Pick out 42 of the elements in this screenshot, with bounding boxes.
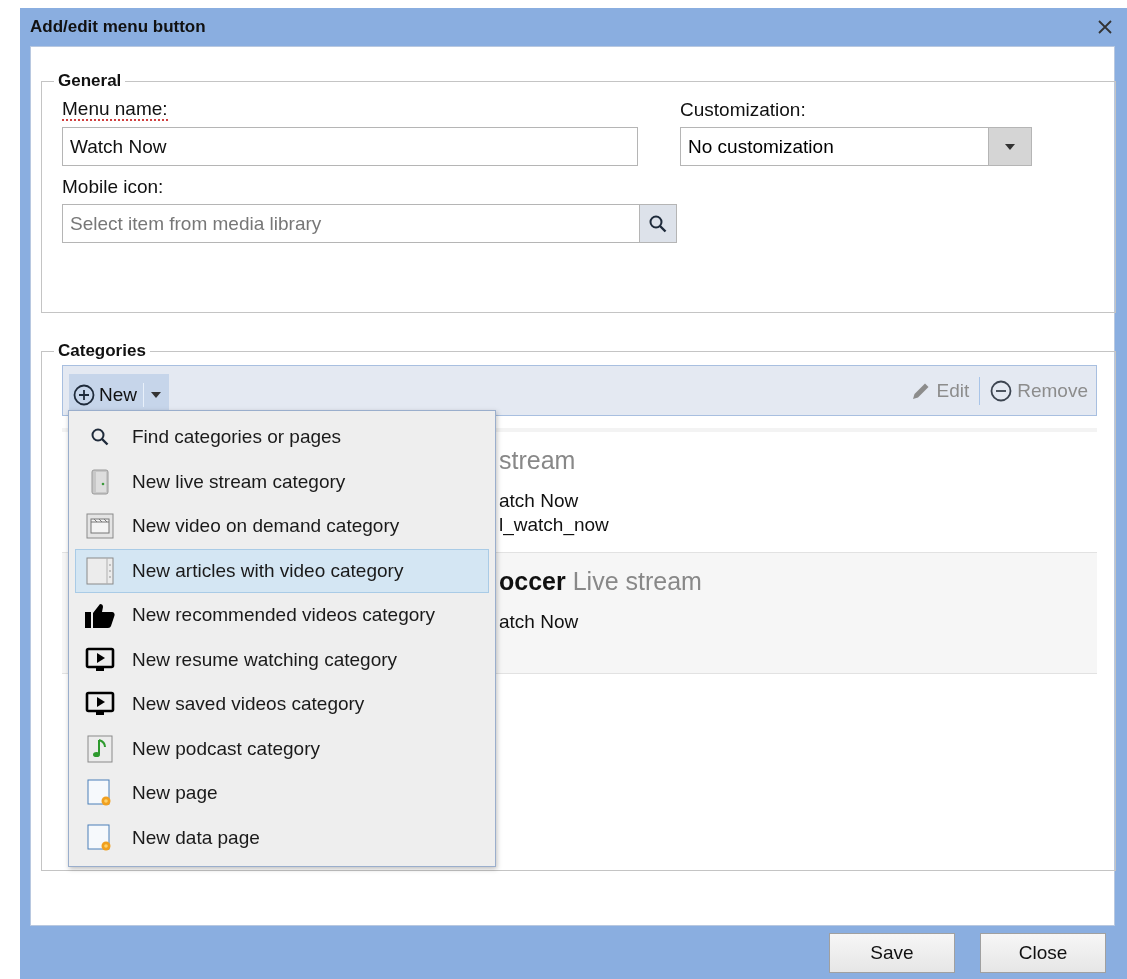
category-type: Live stream <box>572 567 702 596</box>
close-icon[interactable] <box>1097 19 1113 35</box>
plus-circle-icon <box>73 384 95 406</box>
minus-circle-icon <box>990 379 1013 402</box>
group-title: Categories <box>57 341 147 361</box>
panel-icon <box>86 556 114 585</box>
category-type: stream <box>499 446 576 475</box>
page-icon <box>87 823 113 852</box>
dialog-button[interactable]: Save <box>829 932 955 973</box>
menu-item[interactable]: New live stream category <box>75 459 489 504</box>
thumbs-up-icon <box>85 602 115 629</box>
menu-item[interactable]: New articles with video category <box>75 548 489 593</box>
group-title: General <box>57 71 123 91</box>
server-icon <box>91 468 109 495</box>
music-note-icon <box>87 734 113 763</box>
customization-dropdown[interactable]: No customization <box>680 127 1032 166</box>
caret-icon <box>1004 142 1016 151</box>
search-icon <box>648 213 668 234</box>
category-detail: atch Now <box>499 489 579 513</box>
menu-name-field[interactable]: Watch Now <box>62 127 638 166</box>
page-icon <box>87 779 113 808</box>
dialog-button[interactable]: Close <box>980 932 1106 973</box>
menu-item[interactable]: New recommended videos category <box>75 593 489 638</box>
field-label: Menu name: <box>62 99 168 121</box>
menu-item[interactable]: New saved videos category <box>75 682 489 727</box>
video-screen-icon <box>85 691 115 718</box>
category-name: occer <box>499 567 566 596</box>
caret-icon <box>151 392 161 398</box>
category-detail: l_watch_now <box>499 513 609 537</box>
clapperboard-icon <box>86 513 114 540</box>
menu-item[interactable]: New video on demand category <box>75 504 489 549</box>
field-label: Mobile icon: <box>62 176 164 198</box>
field-label: Customization: <box>680 99 806 121</box>
menu-item[interactable]: New page <box>75 771 489 816</box>
video-screen-icon <box>85 646 115 673</box>
search-icon <box>90 427 110 448</box>
search-button[interactable] <box>640 204 677 243</box>
window-title: Add/edit menu button <box>30 17 206 37</box>
menu-item[interactable]: New podcast category <box>75 726 489 771</box>
mobile-icon-field[interactable]: Select item from media library <box>62 204 640 243</box>
category-detail: atch Now <box>499 610 579 634</box>
menu-item[interactable]: New data page <box>75 815 489 860</box>
